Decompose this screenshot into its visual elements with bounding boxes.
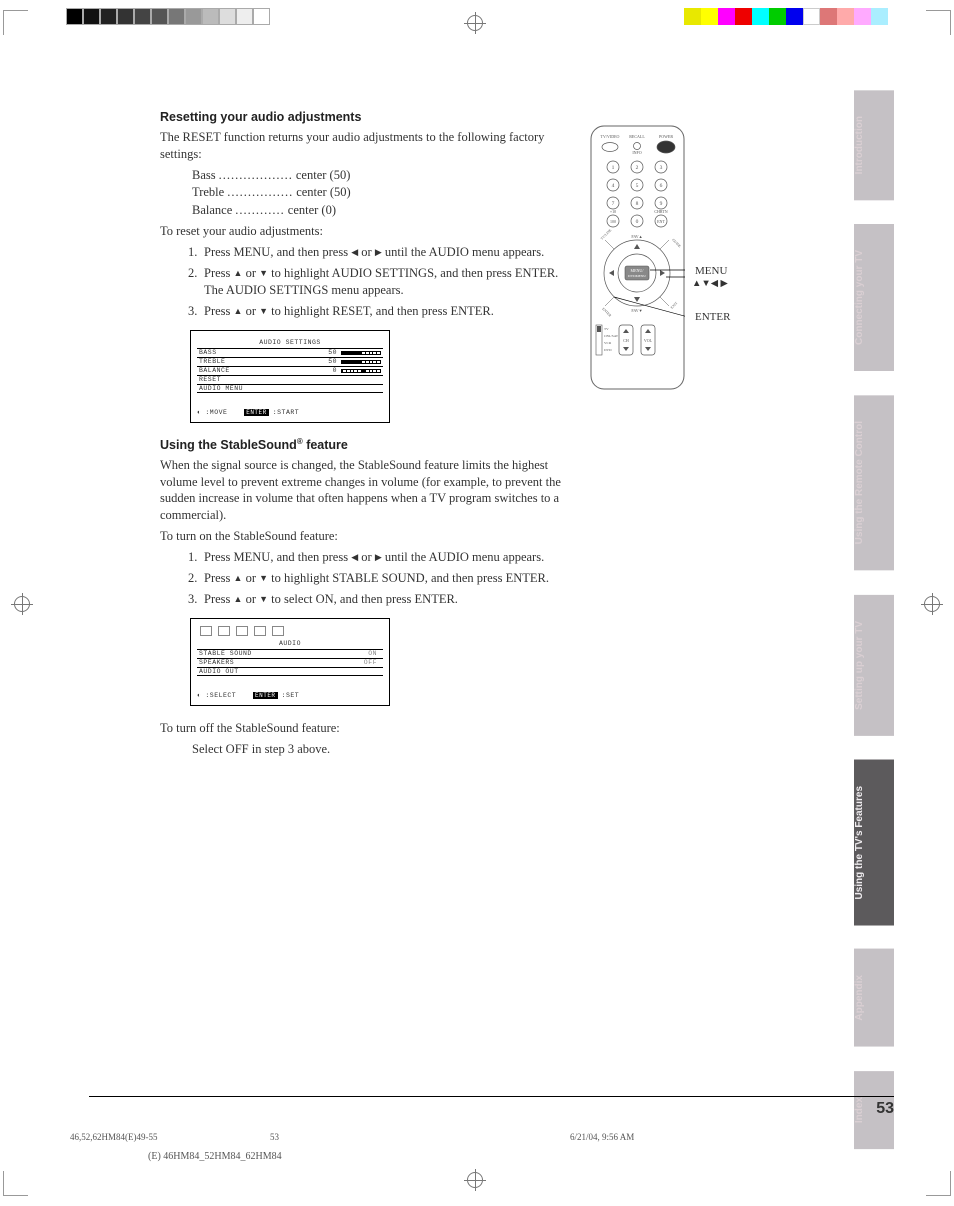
- registration-mark-icon: [924, 596, 940, 612]
- callout-menu: MENU: [695, 265, 727, 277]
- grayscale-bar: [66, 8, 270, 24]
- side-tabs: Introduction Connecting your TV Using th…: [854, 90, 894, 1173]
- osd-audio-settings: AUDIO SETTINGS BASS50 TREBLE50 BALANCE0 …: [190, 330, 390, 423]
- svg-text:POWER: POWER: [659, 134, 673, 139]
- svg-text:DVD: DVD: [604, 348, 612, 352]
- callout-enter: ENTER: [695, 311, 730, 323]
- svg-text:7: 7: [612, 201, 615, 207]
- svg-text:MENU/: MENU/: [631, 268, 645, 273]
- remote-diagram: TV/VIDEO RECALL INFO POWER 1 2 3 4 5 6 7 8 9: [590, 125, 820, 390]
- color-bar: [684, 8, 888, 24]
- right-arrow-icon: ▶: [375, 247, 382, 257]
- svg-text:9: 9: [660, 201, 663, 207]
- reset-intro: The RESET function returns your audio ad…: [160, 129, 565, 163]
- down-arrow-icon: ▼: [259, 573, 268, 583]
- tab-features: Using the TV's Features: [854, 760, 894, 926]
- svg-text:ENT: ENT: [657, 219, 665, 224]
- tab-setting-up: Setting up your TV: [854, 595, 894, 736]
- nav-circle-icon: ◐: [197, 692, 201, 699]
- section-heading-stablesound: Using the StableSound® feature: [160, 437, 565, 452]
- section-heading-reset: Resetting your audio adjustments: [160, 110, 565, 124]
- svg-text:FAV▲: FAV▲: [631, 234, 642, 239]
- stablesound-action-intro: To turn on the StableSound feature:: [160, 528, 565, 545]
- tab-connecting: Connecting your TV: [854, 224, 894, 371]
- stablesound-off-step: Select OFF in step 3 above.: [192, 741, 565, 758]
- svg-text:INFO: INFO: [632, 150, 641, 155]
- osd-audio-menu: AUDIO STABLE SOUNDON SPEAKERSOFF AUDIO O…: [190, 618, 390, 706]
- down-arrow-icon: ▼: [259, 594, 268, 604]
- registration-mark-icon: [467, 1172, 483, 1188]
- svg-text:1: 1: [612, 165, 615, 171]
- factory-settings-list: Bass..................center (50) Treble…: [160, 167, 565, 220]
- svg-text:8: 8: [636, 201, 639, 207]
- footer-meta: 46,52,62HM84(E)49-55 53 6/21/04, 9:56 AM: [70, 1132, 884, 1142]
- svg-text:5: 5: [636, 183, 639, 189]
- svg-text:2: 2: [636, 165, 639, 171]
- remote-icon: TV/VIDEO RECALL INFO POWER 1 2 3 4 5 6 7 8 9: [590, 125, 685, 390]
- main-content: Resetting your audio adjustments The RES…: [160, 110, 565, 761]
- page-number: 53: [89, 1096, 894, 1118]
- svg-text:6: 6: [660, 183, 663, 189]
- svg-text:RECALL: RECALL: [629, 134, 645, 139]
- svg-text:0: 0: [636, 219, 639, 225]
- document-id: (E) 46HM84_52HM84_62HM84: [148, 1151, 282, 1162]
- svg-text:100: 100: [610, 219, 616, 224]
- osd-tab-icons: [197, 623, 383, 636]
- svg-text:VOL: VOL: [644, 338, 653, 343]
- right-arrow-icon: ▶: [375, 552, 382, 562]
- tab-appendix: Appendix: [854, 949, 894, 1047]
- stablesound-steps: 1.Press MENU, and then press ◀ or ▶ unti…: [188, 549, 565, 608]
- svg-text:VCR: VCR: [604, 341, 612, 345]
- svg-text:CHRTN: CHRTN: [654, 209, 667, 214]
- nav-circle-icon: ◐: [197, 409, 201, 416]
- reset-action-intro: To reset your audio adjustments:: [160, 223, 565, 240]
- registration-mark-icon: [467, 15, 483, 31]
- tab-introduction: Introduction: [854, 90, 894, 200]
- registration-mark-icon: [14, 596, 30, 612]
- stablesound-intro: When the signal source is changed, the S…: [160, 457, 565, 525]
- svg-text:4: 4: [612, 183, 615, 189]
- svg-text:FAV▼: FAV▼: [631, 308, 642, 313]
- svg-text:CH: CH: [623, 338, 629, 343]
- reset-steps: 1.Press MENU, and then press ◀ or ▶ unti…: [188, 244, 565, 320]
- svg-text:3: 3: [660, 165, 663, 171]
- callout-arrows: ▲▼◀ ▶: [692, 278, 728, 289]
- down-arrow-icon: ▼: [259, 268, 268, 278]
- svg-text:+10: +10: [610, 209, 616, 214]
- svg-text:TV/VIDEO: TV/VIDEO: [601, 134, 620, 139]
- svg-text:TV: TV: [604, 327, 609, 331]
- down-arrow-icon: ▼: [259, 306, 268, 316]
- stablesound-off-intro: To turn off the StableSound feature:: [160, 720, 565, 737]
- svg-text:CBL/SAT: CBL/SAT: [604, 334, 619, 338]
- svg-text:DVDMENU: DVDMENU: [628, 274, 646, 278]
- tab-remote: Using the Remote Control: [854, 395, 894, 570]
